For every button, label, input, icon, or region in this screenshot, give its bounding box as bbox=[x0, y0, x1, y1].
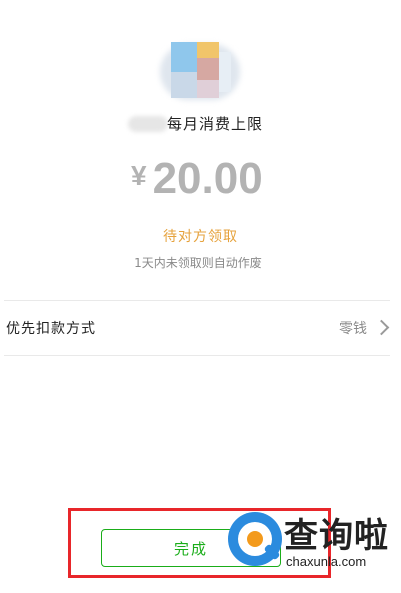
divider bbox=[4, 300, 390, 301]
avatar bbox=[160, 38, 240, 104]
amount-display: ¥20.00 bbox=[131, 154, 263, 204]
amount-value: 20.00 bbox=[152, 154, 263, 203]
chevron-right-icon bbox=[373, 319, 390, 336]
magnifier-logo-icon bbox=[228, 512, 282, 566]
watermark: 查询啦 chaxunla.com bbox=[228, 508, 398, 580]
expiry-note: 1天内未领取则自动作废 bbox=[134, 256, 262, 270]
status-text: 待对方领取 bbox=[163, 229, 238, 245]
limit-title: 每月消费上限 bbox=[167, 115, 264, 133]
watermark-title: 查询啦 bbox=[284, 516, 389, 556]
divider bbox=[4, 355, 390, 356]
payment-method-value: 零钱 bbox=[339, 321, 367, 337]
currency-symbol: ¥ bbox=[131, 160, 147, 191]
payment-method-label: 优先扣款方式 bbox=[6, 321, 96, 337]
watermark-url: chaxunla.com bbox=[286, 554, 367, 569]
recipient-name-blurred bbox=[128, 116, 168, 132]
payment-method-row[interactable]: 优先扣款方式 零钱 bbox=[0, 302, 401, 354]
